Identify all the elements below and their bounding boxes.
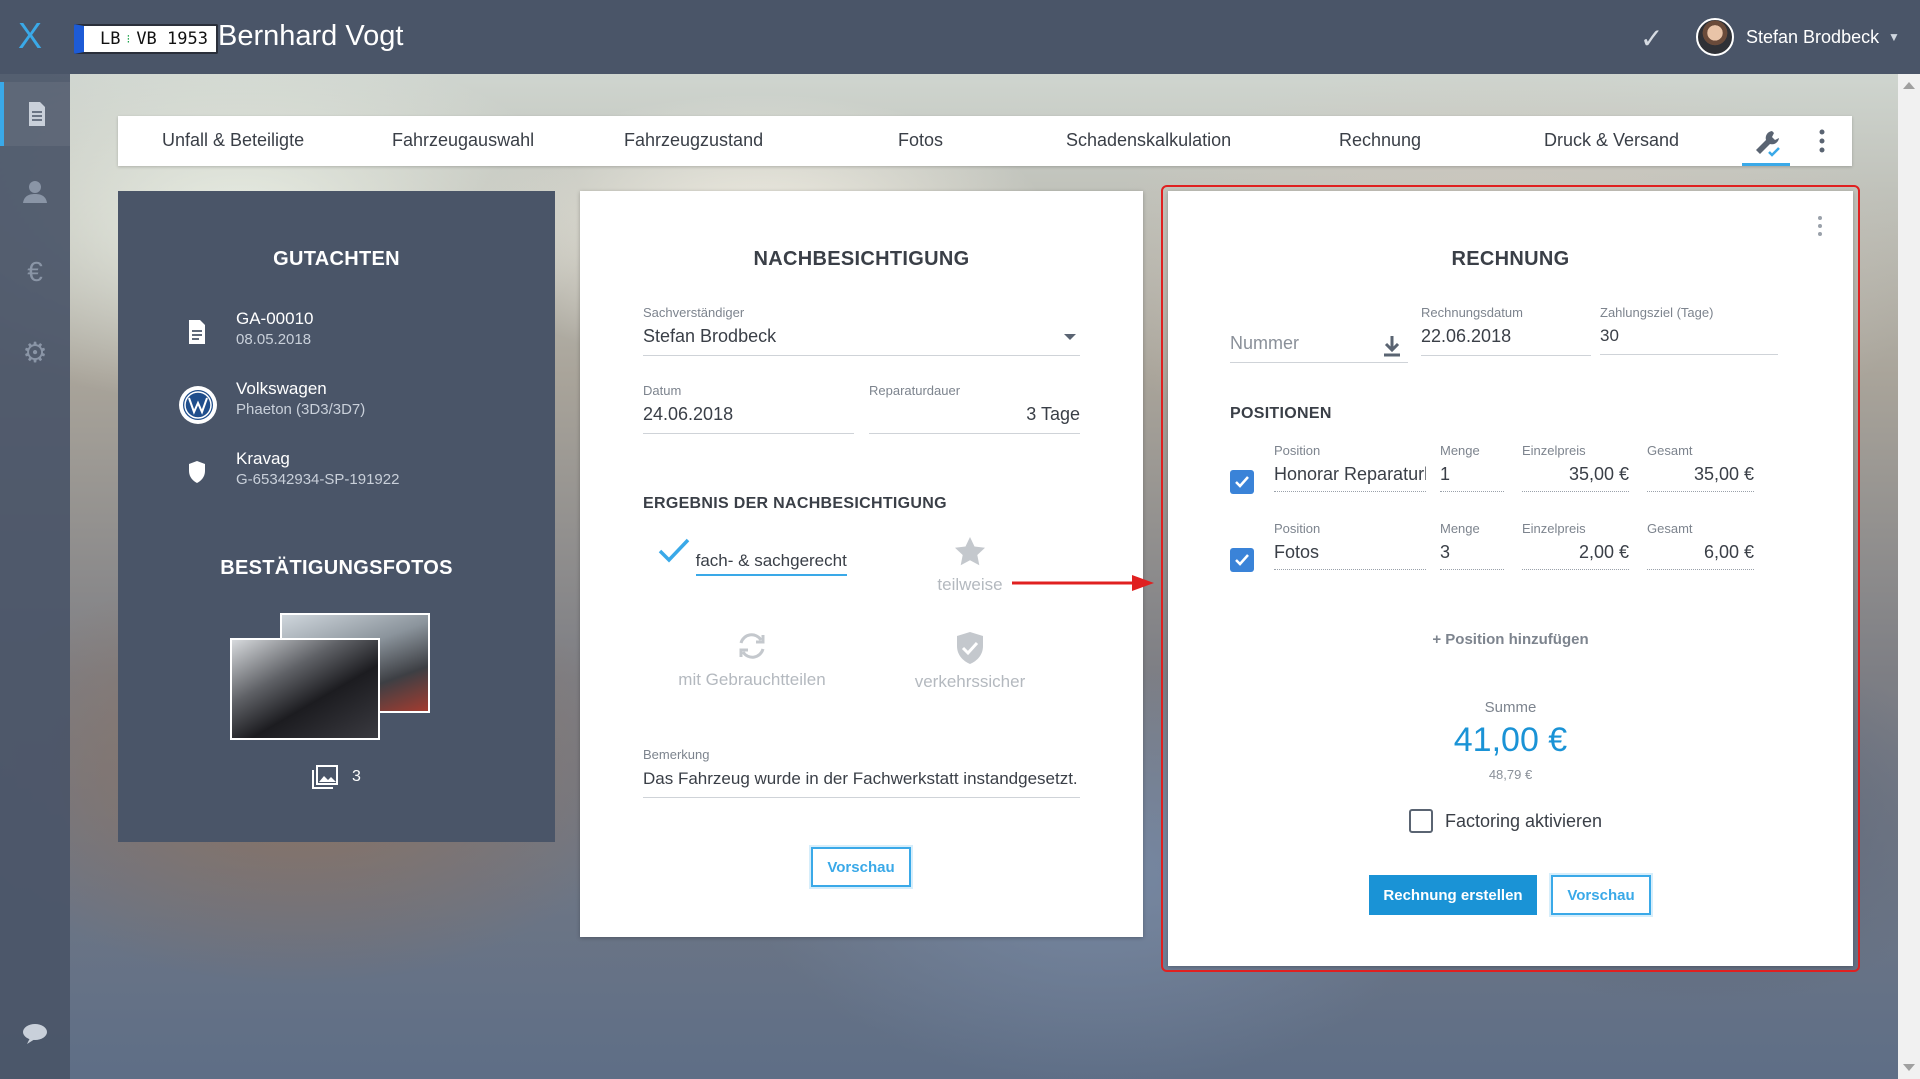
euro-icon: € <box>27 256 43 287</box>
bemerkung-field[interactable]: Bemerkung Das Fahrzeug wurde in der Fach… <box>643 747 1080 798</box>
datum-value[interactable]: 24.06.2018 <box>643 398 854 434</box>
sachverstaendiger-value: Stefan Brodbeck <box>643 326 777 346</box>
tab-fotos[interactable]: Fotos <box>898 130 943 151</box>
gutachten-heading: GUTACHTEN <box>273 248 400 270</box>
tab-fahrzeugauswahl[interactable]: Fahrzeugauswahl <box>392 130 534 151</box>
sachverstaendiger-value-field[interactable]: Stefan Brodbeck <box>643 320 1080 356</box>
arrow-right-icon <box>1012 575 1154 591</box>
user-name[interactable]: Stefan Brodbeck <box>1746 27 1879 48</box>
photo-thumbnail[interactable] <box>230 638 380 740</box>
option-label: mit Gebrauchtteilen <box>678 670 826 689</box>
highlight-frame <box>1161 185 1860 972</box>
tab-unfall[interactable]: Unfall & Beteiligte <box>162 130 304 151</box>
tab-schadenskalkulation[interactable]: Schadenskalkulation <box>1066 130 1231 151</box>
sidebar-item-finance[interactable]: € <box>0 240 70 304</box>
gutachten-card: GUTACHTEN GA-00010 08.05.2018 Volkswagen… <box>118 191 555 842</box>
page-title: Bernhard Vogt <box>218 20 404 52</box>
photo-count-value: 3 <box>352 768 361 785</box>
gallery-icon <box>312 765 338 789</box>
vorschau-button[interactable]: Vorschau <box>811 847 911 887</box>
option-gebrauchtteile[interactable]: mit Gebrauchtteilen <box>643 631 861 701</box>
reparaturdauer-value[interactable]: 3 Tage <box>869 398 1080 434</box>
report-date: 08.05.2018 <box>236 331 312 348</box>
plate-right: VB 1953 <box>136 29 208 49</box>
volkswagen-logo-icon <box>178 385 218 425</box>
top-bar: X LB ⁝ VB 1953 Bernhard Vogt ✓ Stefan Br… <box>0 0 1920 74</box>
more-vertical-icon[interactable] <box>1812 126 1832 156</box>
plate-seal-icon: ⁝ <box>126 32 131 46</box>
gutachten-row-insurance[interactable]: Kravag G-65342934-SP-191922 <box>118 449 555 499</box>
photo-stack[interactable] <box>230 613 436 743</box>
reparaturdauer-field[interactable]: Reparaturdauer 3 Tage <box>869 383 1080 434</box>
scroll-down-icon[interactable] <box>1903 1064 1915 1071</box>
scrollbar[interactable] <box>1898 74 1920 1079</box>
plate-left: LB <box>100 29 121 49</box>
option-label: fach- & sachgerecht <box>695 551 847 576</box>
sachverstaendiger-label: Sachverständiger <box>643 305 745 320</box>
wrench-check-icon <box>1756 131 1780 157</box>
photos-heading: BESTÄTIGUNGSFOTOS <box>220 557 453 579</box>
tab-rechnung[interactable]: Rechnung <box>1339 130 1421 151</box>
check-icon[interactable]: ✓ <box>1640 22 1663 55</box>
report-number: GA-00010 <box>236 309 314 328</box>
reparaturdauer-label: Reparaturdauer <box>869 383 961 398</box>
license-plate: LB ⁝ VB 1953 <box>74 24 218 54</box>
tab-fahrzeugzustand[interactable]: Fahrzeugzustand <box>624 130 763 151</box>
vehicle-model: Phaeton (3D3/3D7) <box>236 401 366 418</box>
document-icon <box>29 102 45 126</box>
sidebar-item-documents[interactable] <box>0 82 70 146</box>
option-label: verkehrssicher <box>914 672 1026 691</box>
datum-field[interactable]: Datum 24.06.2018 <box>643 383 854 434</box>
shield-check-icon <box>957 632 983 664</box>
tab-druck-versand[interactable]: Druck & Versand <box>1544 130 1679 151</box>
gutachten-row-vehicle[interactable]: Volkswagen Phaeton (3D3/3D7) <box>118 379 555 429</box>
sidebar-item-persons[interactable] <box>0 160 70 224</box>
gutachten-row-report[interactable]: GA-00010 08.05.2018 <box>118 309 555 359</box>
sidebar-item-settings[interactable]: ⚙ <box>0 320 70 384</box>
datum-label: Datum <box>643 383 682 398</box>
tab-bar: Unfall & Beteiligte Fahrzeugauswahl Fahr… <box>118 116 1852 166</box>
chevron-down-icon[interactable] <box>1064 334 1076 340</box>
gear-icon: ⚙ <box>22 336 48 368</box>
check-icon <box>658 538 690 563</box>
option-teilweise[interactable]: teilweise <box>861 536 1079 606</box>
photo-count[interactable]: 3 <box>312 765 361 789</box>
recycle-icon <box>739 633 765 659</box>
person-icon <box>23 181 47 203</box>
scroll-up-icon[interactable] <box>1903 82 1915 89</box>
avatar[interactable] <box>1696 18 1734 56</box>
star-icon <box>955 537 985 566</box>
sidebar-item-chat[interactable] <box>0 1002 70 1066</box>
tab-tools[interactable] <box>1742 126 1790 166</box>
insurance-number: G-65342934-SP-191922 <box>236 471 400 488</box>
document-icon <box>182 317 212 347</box>
insurance-name: Kravag <box>236 449 290 468</box>
bemerkung-label: Bemerkung <box>643 747 710 762</box>
option-fachgerecht[interactable]: fach- & sachgerecht <box>643 536 861 606</box>
sidebar: € ⚙ <box>0 74 70 1079</box>
ergebnis-heading: ERGEBNIS DER NACHBESICHTIGUNG <box>643 495 947 512</box>
shield-icon <box>182 457 212 487</box>
sachverstaendiger-select[interactable]: Sachverständiger Stefan Brodbeck <box>643 305 1080 356</box>
nachbesichtigung-card: NACHBESICHTIGUNG Sachverständiger Stefan… <box>580 191 1143 937</box>
bemerkung-value[interactable]: Das Fahrzeug wurde in der Fachwerkstatt … <box>643 762 1080 798</box>
app-logo[interactable]: X <box>18 18 42 54</box>
chevron-down-icon[interactable]: ▼ <box>1888 30 1900 44</box>
chat-icon <box>23 1024 47 1044</box>
vehicle-make: Volkswagen <box>236 379 327 398</box>
nachbesichtigung-heading: NACHBESICHTIGUNG <box>753 248 970 270</box>
option-verkehrssicher[interactable]: verkehrssicher <box>861 631 1079 701</box>
